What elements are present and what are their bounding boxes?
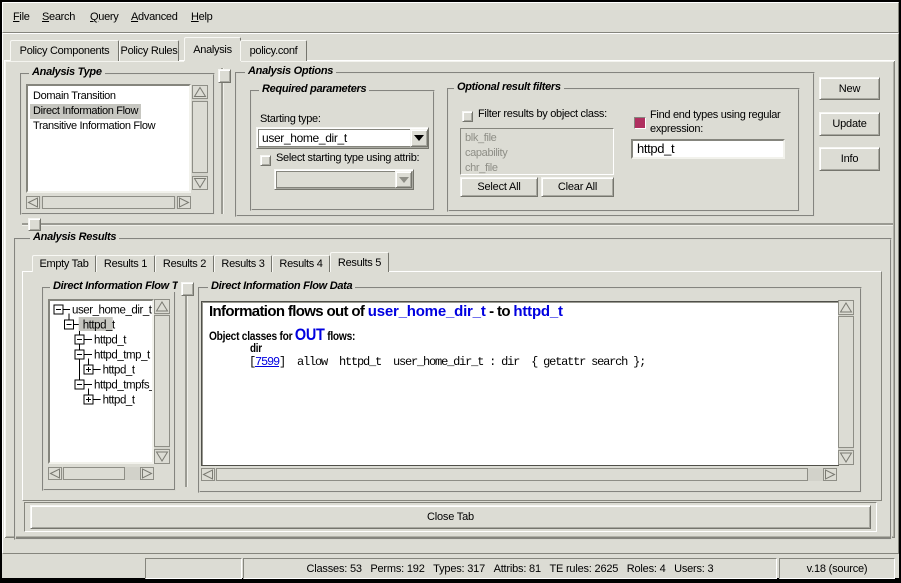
svg-text:httpd_tmp_t: httpd_tmp_t bbox=[94, 350, 151, 362]
svg-text:httpd_t: httpd_t bbox=[83, 320, 116, 332]
svg-text:httpd_t: httpd_t bbox=[94, 335, 127, 347]
svg-text:httpd_t: httpd_t bbox=[103, 365, 136, 377]
svg-text:httpd_tmpfs_t: httpd_tmpfs_t bbox=[94, 380, 154, 392]
svg-text:httpd_t: httpd_t bbox=[103, 395, 136, 407]
svg-text:user_home_dir_t: user_home_dir_t bbox=[72, 305, 153, 317]
